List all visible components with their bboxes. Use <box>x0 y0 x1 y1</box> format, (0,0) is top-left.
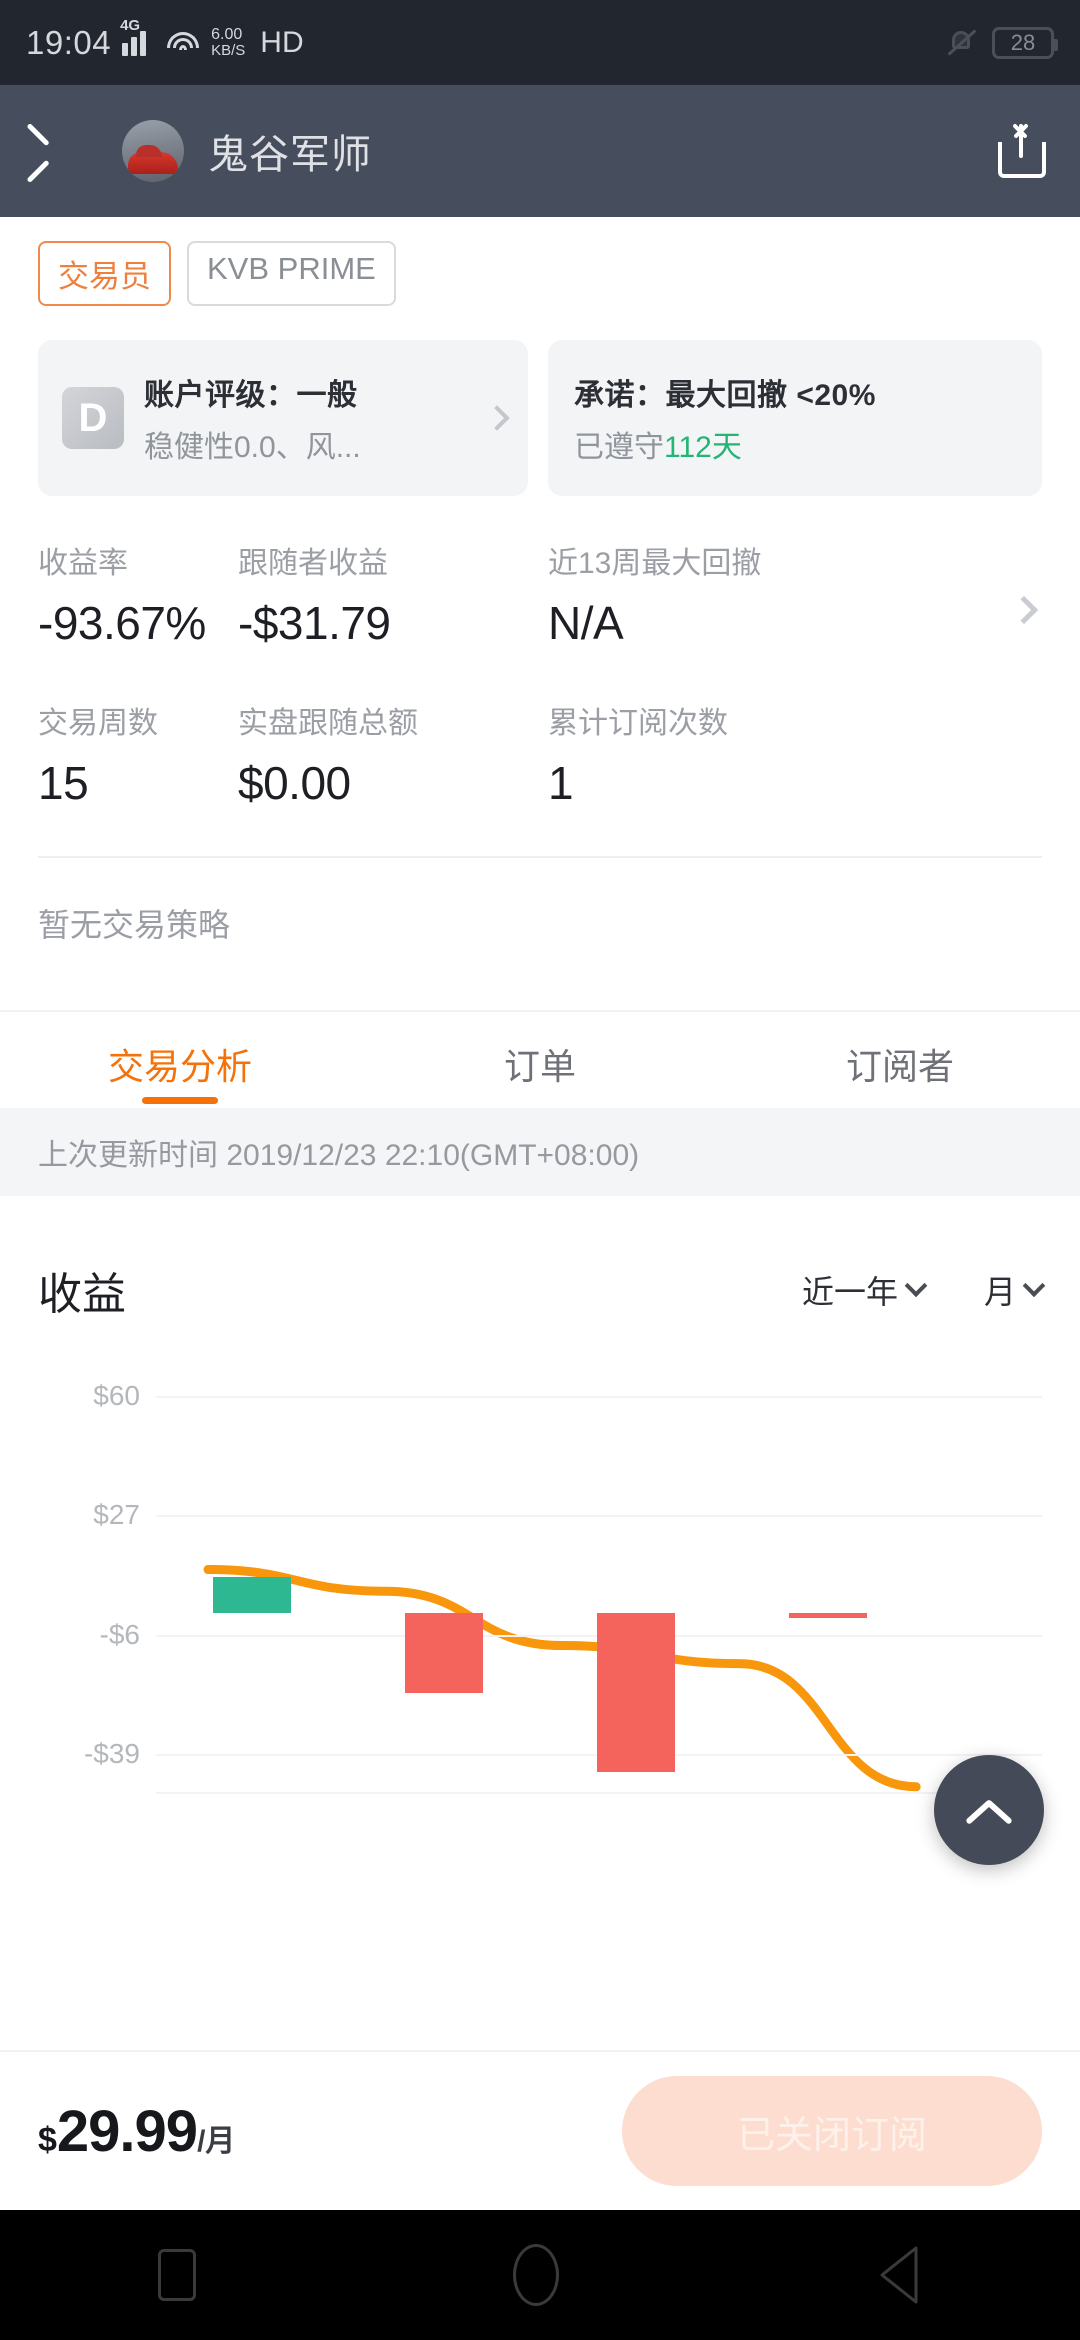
stat-label: 实盘跟随总额 <box>238 707 418 740</box>
stat-value: -93.67% <box>38 597 206 649</box>
stat-return-rate: 收益率 -93.67% <box>38 538 238 650</box>
info-cards: D 账户评级：一般 稳健性0.0、风... 承诺：最大回撤 <20% 已遵守11… <box>0 306 1080 496</box>
network-speed: 6.00 KB/S <box>211 26 246 59</box>
stat-label: 近13周最大回撤 <box>548 547 762 580</box>
badge-row: 交易员 KVB PRIME <box>0 217 1080 306</box>
price-currency: $ <box>38 2120 57 2159</box>
chart-gridline <box>156 1515 1042 1518</box>
status-bar-right: 28 <box>946 26 1058 59</box>
stat-max-drawdown: 近13周最大回撤 N/A <box>548 538 1042 650</box>
rating-subtitle: 稳健性0.0、风... <box>144 431 361 464</box>
empty-strategy-text: 暂无交易策略 <box>38 907 231 943</box>
recents-square-icon[interactable] <box>158 2249 197 2301</box>
last-updated-text: 上次更新时间 2019/12/23 22:10(GMT+08:00) <box>0 1108 1080 1196</box>
page-title: 鬼谷军师 <box>208 133 372 177</box>
back-chevron-icon[interactable] <box>34 128 80 174</box>
stat-follower-profit: 跟随者收益 -$31.79 <box>238 538 548 650</box>
chart-plot <box>156 1374 1042 1794</box>
period-filter-dropdown[interactable]: 月 <box>983 1267 1046 1313</box>
home-circle-icon[interactable] <box>512 2244 559 2306</box>
avatar[interactable] <box>122 120 184 182</box>
stat-label: 收益率 <box>38 547 128 580</box>
price-period: /月 <box>197 2124 236 2158</box>
tab-trade-analysis[interactable]: 交易分析 <box>0 1012 360 1108</box>
chart-y-tick: $60 <box>93 1379 140 1411</box>
chart-title: 收益 <box>38 1270 126 1319</box>
chevron-down-icon <box>1022 1274 1046 1298</box>
back-triangle-icon[interactable] <box>876 2244 922 2306</box>
chart-panel: 收益 近一年 月 $60 $27 -$6 -$39 <box>0 1196 1080 1794</box>
status-time: 19:04 <box>26 23 112 61</box>
range-filter-label: 近一年 <box>801 1274 898 1310</box>
stat-value: 15 <box>38 757 89 809</box>
stat-total-subscriptions: 累计订阅次数 1 <box>548 698 1042 810</box>
chart-gridline <box>156 1792 1042 1794</box>
rating-grade-badge: D <box>62 387 124 449</box>
stat-trading-weeks: 交易周数 15 <box>38 698 238 810</box>
stat-label: 累计订阅次数 <box>548 707 728 740</box>
stat-total-follow-amount: 实盘跟随总额 $0.00 <box>238 698 548 810</box>
chart-y-axis: $60 $27 -$6 -$39 <box>38 1374 148 1794</box>
status-bar-left: 19:04 4G 6.00 KB/S HD <box>26 17 304 62</box>
chevron-down-icon <box>904 1274 928 1298</box>
rating-title: 账户评级：一般 <box>144 379 358 412</box>
chart-y-tick: $27 <box>93 1499 140 1531</box>
promise-title: 承诺：最大回撤 <20% <box>574 379 876 412</box>
wifi-icon <box>166 30 200 56</box>
status-bar: 19:04 4G 6.00 KB/S HD 28 <box>0 0 1080 85</box>
period-filter-label: 月 <box>983 1274 1016 1310</box>
stat-label: 交易周数 <box>38 707 158 740</box>
speed-value: 6.00 <box>211 26 243 43</box>
account-rating-card[interactable]: D 账户评级：一般 稳健性0.0、风... <box>38 340 528 496</box>
android-nav-bar <box>0 2210 1080 2340</box>
share-icon[interactable] <box>998 124 1046 178</box>
chart-bar <box>405 1612 483 1693</box>
subscription-price: $ 29.99 /月 <box>38 2098 235 2165</box>
network-type-label: 4G <box>120 16 141 34</box>
chart-bar <box>597 1612 675 1773</box>
badge-trader: 交易员 <box>38 241 171 306</box>
rating-texts: 账户评级：一般 稳健性0.0、风... <box>144 370 361 466</box>
stats-grid: 收益率 -93.67% 跟随者收益 -$31.79 近13周最大回撤 N/A 交… <box>0 496 1080 810</box>
battery-level: 28 <box>1010 29 1036 55</box>
promise-days: 112天 <box>664 431 742 464</box>
promise-prefix: 已遵守 <box>574 431 664 464</box>
stat-label: 跟随者收益 <box>238 547 388 580</box>
promise-card[interactable]: 承诺：最大回撤 <20% 已遵守112天 <box>548 340 1042 496</box>
chevron-right-icon <box>484 405 510 431</box>
chart-gridline <box>156 1395 1042 1398</box>
chart-header: 收益 近一年 月 <box>38 1258 1046 1322</box>
badge-broker: KVB PRIME <box>187 241 396 306</box>
stat-value: -$31.79 <box>238 597 391 649</box>
chart-plot-area: $60 $27 -$6 -$39 <box>38 1374 1042 1794</box>
chevron-up-icon <box>966 1787 1012 1833</box>
stat-value: $0.00 <box>238 757 351 809</box>
scroll-to-top-button[interactable] <box>934 1755 1044 1865</box>
speed-unit: KB/S <box>211 42 246 59</box>
chart-bar <box>789 1612 867 1619</box>
chart-bar <box>213 1576 291 1613</box>
battery-icon: 28 <box>992 26 1058 59</box>
tab-subscribers[interactable]: 订阅者 <box>720 1012 1080 1108</box>
chart-y-tick: -$39 <box>83 1738 140 1770</box>
signal-icon: 4G <box>120 17 155 56</box>
range-filter-dropdown[interactable]: 近一年 <box>801 1267 928 1313</box>
tab-bar: 交易分析 订单 订阅者 <box>0 1010 1080 1108</box>
hd-label: HD <box>260 25 304 59</box>
mute-bell-icon <box>946 28 977 58</box>
promise-subtitle: 已遵守112天 <box>574 422 1016 466</box>
stat-value: N/A <box>548 597 624 649</box>
bottom-action-bar: $ 29.99 /月 已关闭订阅 <box>0 2050 1080 2210</box>
tab-orders[interactable]: 订单 <box>360 1012 720 1108</box>
stat-value: 1 <box>548 757 574 809</box>
app-header: 鬼谷军师 <box>0 85 1080 217</box>
chart-y-tick: -$6 <box>99 1618 140 1650</box>
chart-controls: 近一年 月 <box>801 1267 1046 1313</box>
price-amount: 29.99 <box>56 2098 198 2164</box>
subscribe-button[interactable]: 已关闭订阅 <box>622 2076 1042 2186</box>
stats-row: 交易周数 15 实盘跟随总额 $0.00 累计订阅次数 1 <box>38 698 1042 810</box>
stats-row[interactable]: 收益率 -93.67% 跟随者收益 -$31.79 近13周最大回撤 N/A <box>38 538 1042 650</box>
